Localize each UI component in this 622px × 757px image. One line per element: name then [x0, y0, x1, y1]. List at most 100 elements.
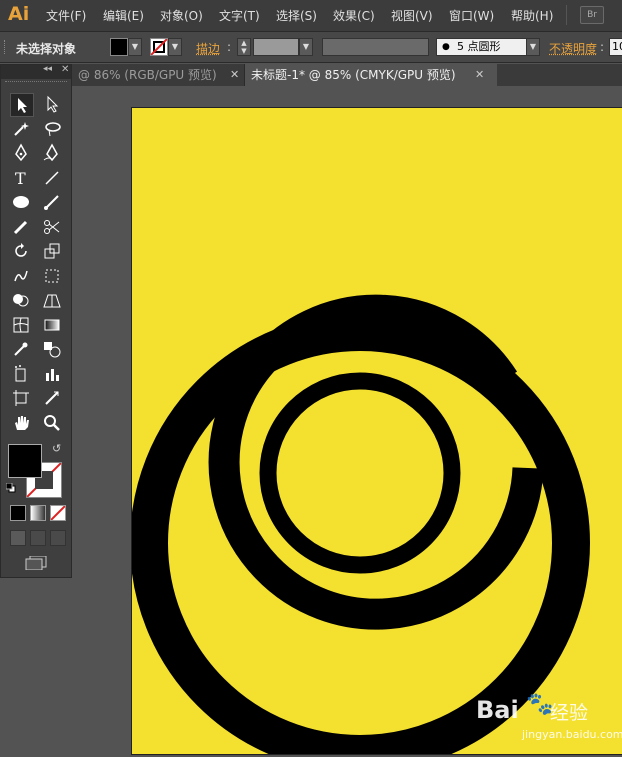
menu-file[interactable]: 文件(F) — [46, 7, 86, 24]
ellipse-tool[interactable] — [10, 191, 32, 213]
column-graph-tool[interactable] — [41, 363, 63, 385]
brush-dot-icon: ● — [442, 42, 450, 52]
scale-icon — [44, 243, 60, 259]
bridge-button[interactable]: Br — [580, 6, 604, 24]
stroke-weight-field[interactable] — [253, 38, 299, 56]
gradient-tool[interactable] — [41, 314, 63, 336]
panel-grip[interactable] — [5, 81, 67, 85]
fill-swatch[interactable] — [110, 38, 128, 56]
zoom-icon — [44, 414, 60, 431]
tab-label: 未标题-1* @ 85% (CMYK/GPU 预览) — [251, 68, 456, 82]
hand-icon — [15, 415, 29, 430]
warp-tool[interactable] — [10, 265, 32, 287]
tab-document-1[interactable]: @ 86% (RGB/GPU 预览) ✕ — [72, 64, 244, 86]
menu-effect[interactable]: 效果(C) — [333, 7, 375, 24]
free-transform-icon — [45, 269, 59, 282]
variable-width-profile[interactable] — [322, 38, 429, 56]
menu-object[interactable]: 对象(O) — [160, 7, 203, 24]
stroke-weight-stepper[interactable]: ▲ ▼ — [237, 38, 251, 56]
gradient-button[interactable] — [30, 505, 46, 521]
symbol-sprayer-tool[interactable] — [10, 363, 32, 385]
menu-view[interactable]: 视图(V) — [391, 7, 433, 24]
hand-tool[interactable] — [10, 412, 32, 434]
menu-window[interactable]: 窗口(W) — [449, 7, 494, 24]
scale-tool[interactable] — [41, 240, 63, 262]
menu-bar: Ai 文件(F) 编辑(E) 对象(O) 文字(T) 选择(S) 效果(C) 视… — [0, 0, 622, 32]
close-icon[interactable]: ✕ — [475, 64, 484, 86]
line-icon — [45, 170, 59, 185]
lasso-icon — [45, 121, 61, 136]
eyedropper-icon — [14, 342, 28, 356]
inner-ring[interactable] — [259, 372, 461, 574]
rotate-tool[interactable] — [10, 240, 32, 262]
menu-help[interactable]: 帮助(H) — [511, 7, 553, 24]
brush-dropdown[interactable]: ▼ — [526, 38, 540, 56]
draw-mode-row — [8, 530, 68, 546]
mesh-icon — [13, 317, 29, 332]
shape-builder-tool[interactable] — [10, 289, 32, 311]
artboard-tool[interactable] — [10, 387, 32, 409]
fill-dropdown[interactable]: ▼ — [128, 38, 142, 56]
rotate-icon — [15, 243, 27, 257]
perspective-grid-tool[interactable] — [41, 289, 63, 311]
screen-mode-icon[interactable] — [24, 555, 48, 571]
tab-document-2[interactable]: 未标题-1* @ 85% (CMYK/GPU 预览) ✕ — [244, 64, 497, 86]
menu-divider — [566, 5, 567, 25]
opacity-field[interactable]: 10 — [609, 38, 622, 56]
none-button[interactable] — [50, 505, 66, 521]
line-tool[interactable] — [41, 167, 63, 189]
direct-selection-tool[interactable] — [41, 93, 63, 115]
paintbrush-tool[interactable] — [41, 191, 63, 213]
brush-label: 5 点圆形 — [457, 40, 501, 53]
curvature-icon — [43, 143, 58, 162]
svg-text:T: T — [15, 169, 26, 188]
scissors-tool[interactable] — [41, 216, 63, 238]
default-colors-icon[interactable] — [5, 482, 16, 493]
stroke-swatch[interactable] — [150, 38, 168, 56]
scissors-icon — [44, 219, 60, 234]
swap-icon[interactable]: ↺ — [52, 442, 61, 455]
artboard[interactable] — [130, 108, 622, 757]
artboard-icon — [13, 390, 29, 406]
close-icon[interactable]: ✕ — [230, 64, 239, 86]
free-transform-tool[interactable] — [41, 265, 63, 287]
pencil-tool[interactable] — [10, 216, 32, 238]
close-icon[interactable]: ✕ — [61, 64, 69, 75]
opacity-label[interactable]: 不透明度 — [549, 40, 597, 57]
slice-tool[interactable] — [41, 387, 63, 409]
grip-handle[interactable] — [4, 40, 8, 54]
no-stroke-icon — [151, 39, 167, 55]
mesh-tool[interactable] — [10, 314, 32, 336]
blend-tool[interactable] — [41, 338, 63, 360]
stroke-label[interactable]: 描边 — [196, 40, 220, 57]
stroke-weight-dropdown[interactable]: ▼ — [299, 38, 313, 56]
draw-behind-icon[interactable] — [30, 530, 46, 546]
lasso-tool[interactable] — [41, 118, 63, 140]
fill-color-box[interactable] — [8, 444, 42, 478]
menu-select[interactable]: 选择(S) — [276, 7, 317, 24]
pen-tool[interactable] — [10, 142, 32, 164]
panel-header[interactable]: ◂◂ ✕ — [1, 64, 71, 79]
eyedropper-tool[interactable] — [10, 338, 32, 360]
watermark-url: jingyan.baidu.com — [522, 728, 622, 741]
magic-wand-tool[interactable] — [10, 118, 32, 140]
selection-tool[interactable] — [10, 93, 34, 117]
warp-icon — [14, 270, 28, 281]
curvature-tool[interactable] — [41, 142, 63, 164]
document-tab-bar: @ 86% (RGB/GPU 预览) ✕ 未标题-1* @ 85% (CMYK/… — [72, 64, 622, 86]
brush-definition[interactable]: ● 5 点圆形 — [436, 38, 538, 56]
menu-edit[interactable]: 编辑(E) — [103, 7, 144, 24]
collapse-icon[interactable]: ◂◂ — [43, 64, 52, 74]
color-button[interactable] — [10, 505, 26, 521]
opacity-label-colon: : — [600, 40, 605, 54]
artwork-svg — [130, 294, 590, 757]
stroke-dropdown[interactable]: ▼ — [168, 38, 182, 56]
draw-inside-icon[interactable] — [50, 530, 66, 546]
zoom-tool[interactable] — [41, 412, 63, 434]
draw-normal-icon[interactable] — [10, 530, 26, 546]
type-tool[interactable]: T — [10, 167, 32, 189]
column-graph-icon — [46, 368, 59, 381]
menu-type[interactable]: 文字(T) — [219, 7, 260, 24]
type-icon: T — [15, 169, 26, 188]
shape-builder-icon — [13, 294, 29, 307]
